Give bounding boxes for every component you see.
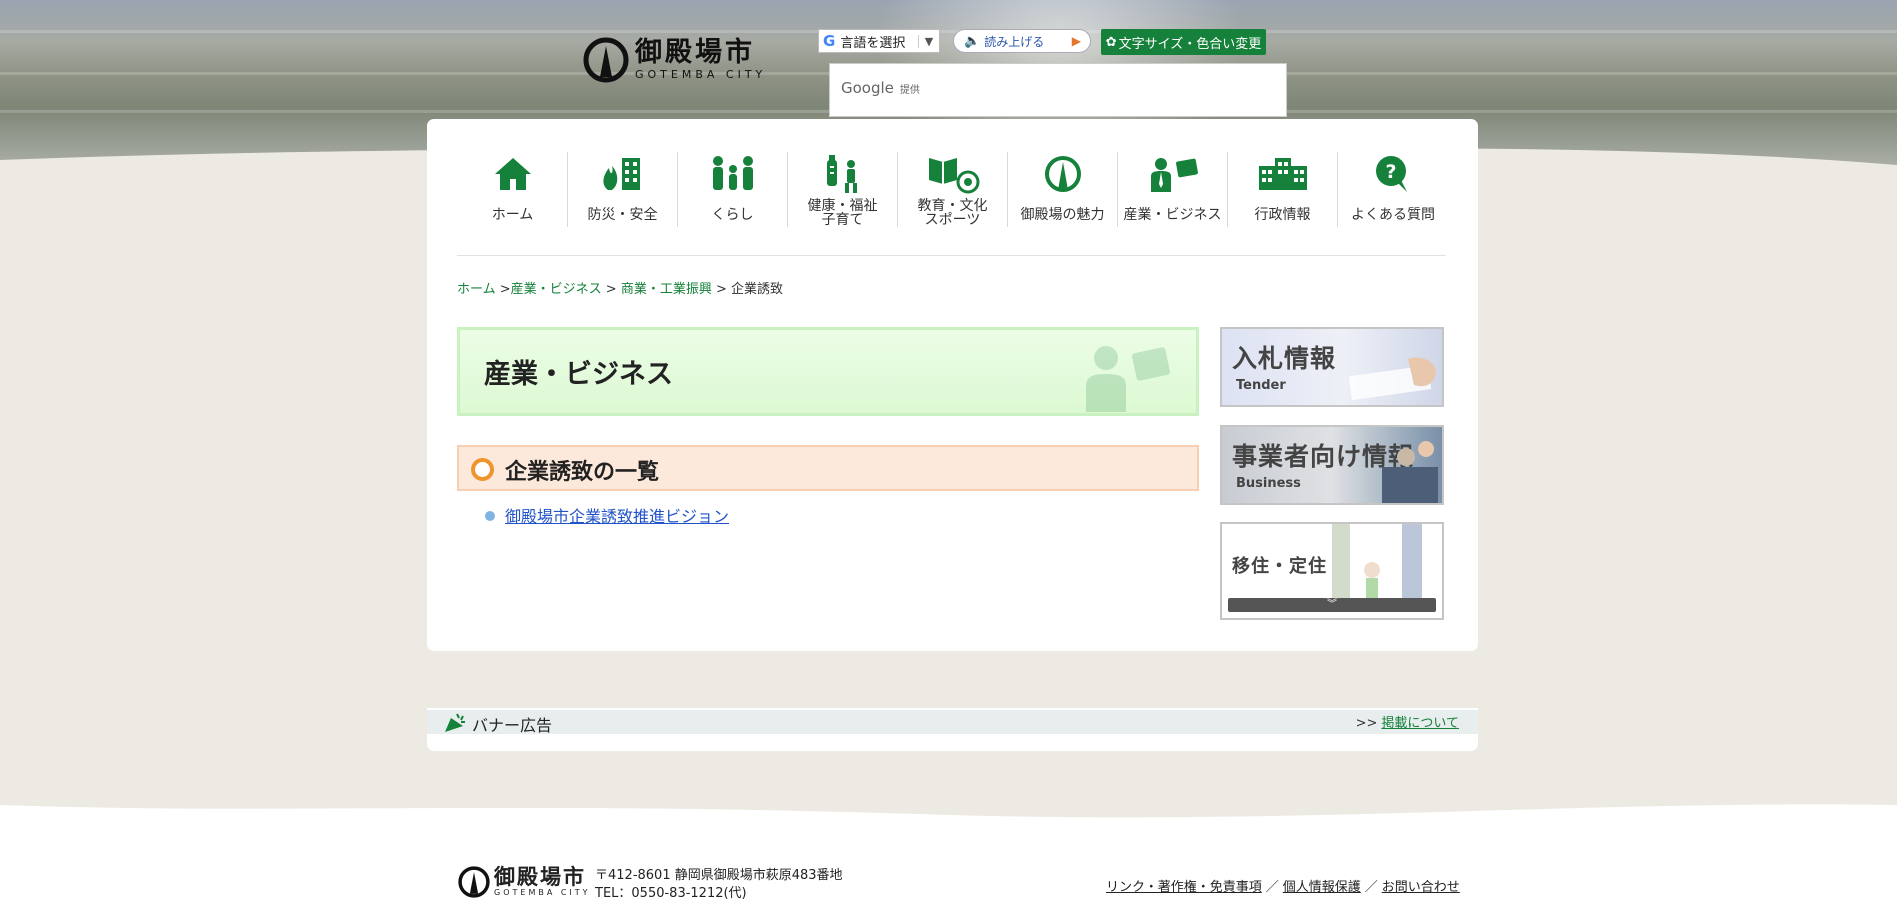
nav-label: よくある質問 — [1351, 207, 1435, 223]
footer-sep: ／ — [1265, 880, 1279, 895]
nav-item-education[interactable]: 教育・文化 スポーツ — [898, 152, 1008, 227]
footer-site-name-jp: 御殿場市 — [494, 864, 586, 889]
megaphone-icon — [445, 713, 465, 732]
phone-number: TEL：0550-83-1212(代) — [595, 886, 747, 901]
attraction-icon — [1044, 156, 1081, 192]
play-icon: ▶ — [1071, 34, 1081, 48]
nav-label: 防災・安全 — [587, 207, 658, 223]
city-emblem-icon — [458, 866, 490, 898]
disaster-icon — [602, 158, 640, 190]
home-icon — [494, 158, 531, 190]
site-name-en: GOTEMBA CITY — [635, 68, 767, 81]
breadcrumb-industry[interactable]: 産業・ビジネス — [511, 282, 602, 297]
nav-item-living[interactable]: くらし — [678, 152, 788, 227]
svg-text:?: ? — [1385, 161, 1396, 183]
read-aloud-button[interactable]: 🔈 読み上げる ▶ — [953, 29, 1091, 53]
footer-logo[interactable]: 御殿場市 GOTEMBA CITY — [458, 866, 591, 898]
section-title: 企業誘致の一覧 — [505, 460, 660, 485]
nav-divider — [457, 255, 1446, 256]
footer-wave — [0, 804, 1897, 855]
nav-label: 教育・文化 スポーツ — [917, 198, 988, 228]
nav-label: 行政情報 — [1254, 207, 1311, 223]
banner-title: 移住・定住 — [1232, 556, 1327, 577]
search-provider: Google — [841, 79, 894, 97]
search-provider-suffix: 提供 — [899, 85, 920, 96]
banner-title: 入札情報 — [1232, 344, 1337, 373]
global-nav: ホーム 防災・安全 くらし 健康・福祉 子育て 教育・文化 スポーツ 御殿場の魅力 … — [458, 152, 1465, 227]
photo-texture — [0, 30, 1897, 33]
vision-link[interactable]: 御殿場市企業誘致推進ビジョン — [505, 507, 729, 526]
ad-banner-section: バナー広告 >> 掲載について — [427, 708, 1478, 751]
relocation-banner[interactable]: 移住・定住 ︾ — [1220, 522, 1444, 620]
footer — [0, 850, 1897, 904]
breadcrumb-sep: > — [711, 282, 732, 297]
banner-subtitle: Business — [1236, 476, 1301, 491]
nav-item-disaster[interactable]: 防災・安全 — [568, 152, 678, 227]
education-icon — [928, 158, 979, 194]
banner-expand[interactable]: ︾ — [1228, 598, 1436, 612]
city-emblem-icon — [583, 37, 629, 83]
search-box[interactable]: Google 提供 — [829, 63, 1287, 117]
footer-links: リンク・著作権・免責事項／個人情報保護／お問い合わせ — [1106, 876, 1460, 895]
business-info-banner[interactable]: 事業者向け情報 Business — [1220, 425, 1444, 505]
ad-info-link[interactable]: 掲載について — [1381, 716, 1459, 731]
ad-banner-header — [427, 710, 1478, 734]
breadcrumb-commerce[interactable]: 商業・工業振興 — [621, 282, 712, 297]
nav-item-business[interactable]: 産業・ビジネス — [1118, 152, 1228, 227]
nav-label: 産業・ビジネス — [1123, 207, 1222, 223]
list-item: 御殿場市企業誘致推進ビジョン — [485, 503, 729, 527]
nav-item-attraction[interactable]: 御殿場の魅力 — [1008, 152, 1118, 227]
footer-link-copyright[interactable]: リンク・著作権・免責事項 — [1106, 880, 1262, 895]
keyboard-hand-icon — [1348, 357, 1436, 401]
double-chevron-right-icon: >> — [1355, 716, 1378, 731]
breadcrumb-sep: > — [495, 282, 511, 297]
banner-subtitle: Tender — [1236, 378, 1286, 393]
breadcrumb-sep: > — [601, 282, 621, 297]
speaker-icon: 🔈 — [964, 33, 981, 49]
bullet-icon — [485, 511, 495, 521]
double-chevron-down-icon: ︾ — [1327, 599, 1337, 610]
family-icon — [712, 156, 753, 190]
government-icon — [1258, 158, 1307, 190]
businessperson-icon — [1382, 441, 1438, 503]
faq-icon: ? — [1376, 156, 1407, 192]
footer-sep: ／ — [1364, 880, 1378, 895]
font-color-label: 文字サイズ・色合い変更 — [1118, 36, 1262, 52]
translate-label: 言語を選択 — [840, 35, 906, 51]
nav-item-faq[interactable]: ? よくある質問 — [1338, 152, 1448, 227]
ad-banner-title: バナー広告 — [472, 716, 553, 735]
translate-select[interactable]: G 言語を選択 ▼ — [818, 29, 940, 53]
nav-label: 健康・福祉 子育て — [807, 198, 878, 228]
read-aloud-label: 読み上げる — [984, 34, 1045, 49]
site-logo[interactable]: 御殿場市 GOTEMBA CITY — [583, 37, 766, 83]
google-g-icon: G — [823, 32, 836, 50]
section-header: 企業誘致の一覧 — [457, 445, 1199, 491]
nav-item-home[interactable]: ホーム — [458, 152, 568, 227]
tender-banner[interactable]: 入札情報 Tender — [1220, 327, 1444, 407]
breadcrumb-home[interactable]: ホーム — [457, 282, 496, 297]
circle-bullet-icon — [471, 458, 494, 481]
business-icon — [1150, 158, 1198, 192]
chevron-down-icon: ▼ — [918, 34, 939, 48]
nav-label: 御殿場の魅力 — [1020, 207, 1105, 223]
nav-label: くらし — [711, 207, 754, 223]
footer-link-contact[interactable]: お問い合わせ — [1382, 880, 1460, 895]
breadcrumb: ホーム >産業・ビジネス > 商業・工業振興 > 企業誘致 — [457, 278, 783, 297]
font-color-button[interactable]: ✿ 文字サイズ・色合い変更 — [1101, 29, 1266, 55]
category-title-box: 産業・ビジネス — [457, 327, 1199, 416]
nav-item-government[interactable]: 行政情報 — [1228, 152, 1338, 227]
nav-item-health[interactable]: 健康・福祉 子育て — [788, 152, 898, 227]
gear-icon: ✿ — [1105, 34, 1117, 50]
footer-site-name-en: GOTEMBA CITY — [494, 888, 591, 897]
business-watermark-icon — [1086, 346, 1170, 412]
footer-link-privacy[interactable]: 個人情報保護 — [1283, 880, 1361, 895]
nav-label: ホーム — [491, 207, 534, 223]
breadcrumb-current: 企業誘致 — [731, 282, 784, 297]
health-icon — [826, 155, 857, 193]
postal-address: 〒412-8601 静岡県御殿場市萩原483番地 — [595, 868, 843, 883]
site-name-jp: 御殿場市 — [635, 37, 755, 68]
footer-address: 〒412-8601 静岡県御殿場市萩原483番地 TEL：0550-83-121… — [595, 867, 843, 903]
page-title: 産業・ビジネス — [484, 359, 673, 390]
